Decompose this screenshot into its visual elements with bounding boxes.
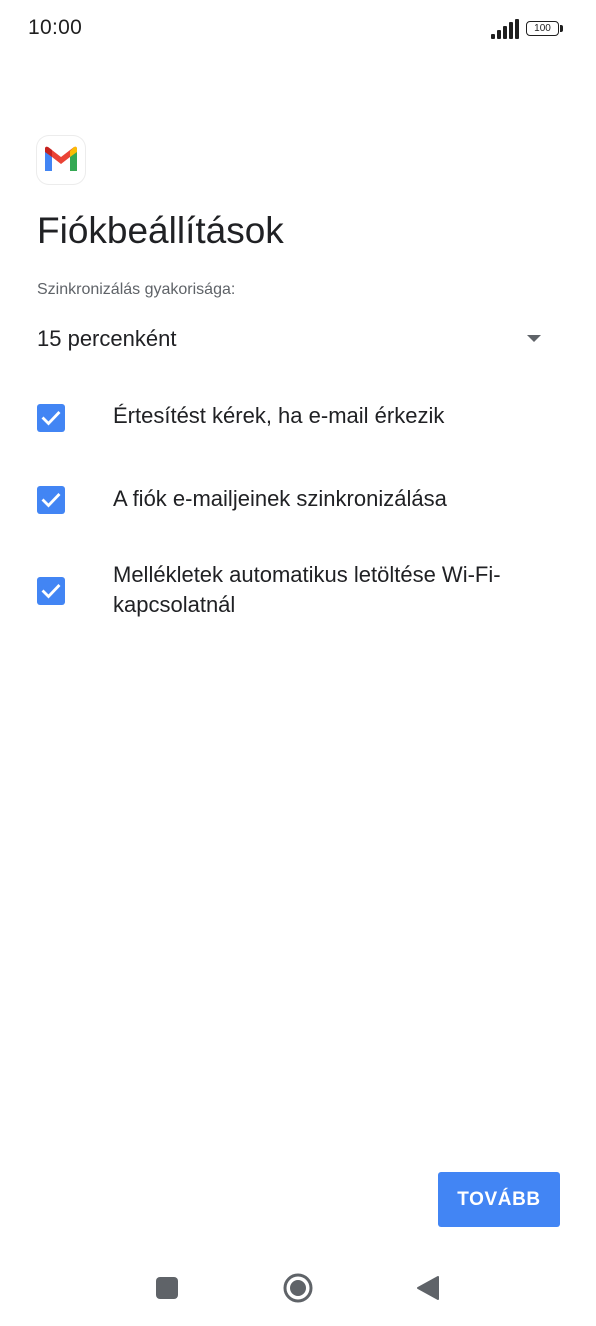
notify-checkbox[interactable] [37,404,65,432]
sync-mail-checkbox[interactable] [37,486,65,514]
status-bar: 10:00 100 [0,0,596,60]
sync-frequency-value: 15 percenként [37,326,177,351]
triangle-back-icon[interactable] [416,1275,440,1301]
status-time: 10:00 [28,16,83,39]
checkmark-icon [41,584,61,599]
option-label: Mellékletek automatikus letöltése Wi-Fi-… [113,562,501,617]
option-notify-new-mail[interactable]: Értesítést kérek, ha e-mail érkezik [37,400,557,436]
dropdown-arrow-icon [527,335,541,342]
system-nav-bar [0,1250,596,1326]
page-title: Fiókbeállítások [37,210,284,251]
checkmark-icon [41,493,61,508]
battery-icon: 100 [526,21,566,38]
next-button[interactable]: TOVÁBB [438,1172,560,1227]
checkmark-icon [41,411,61,426]
gmail-logo-icon [37,136,85,184]
circle-home-icon[interactable] [283,1273,313,1303]
square-recents-icon[interactable] [156,1277,178,1299]
auto-download-checkbox[interactable] [37,577,65,605]
sync-frequency-dropdown[interactable]: 15 percenként [37,318,549,362]
sync-frequency-label: Szinkronizálás gyakorisága: [37,281,236,298]
option-auto-download-attachments[interactable]: Mellékletek automatikus letöltése Wi-Fi-… [37,560,557,624]
option-sync-account-mail[interactable]: A fiók e-mailjeinek szinkronizálása [37,482,557,518]
option-label: A fiók e-mailjeinek szinkronizálása [113,486,447,511]
battery-level: 100 [526,21,559,36]
option-label: Értesítést kérek, ha e-mail érkezik [113,403,445,428]
signal-bars-icon [491,19,519,39]
